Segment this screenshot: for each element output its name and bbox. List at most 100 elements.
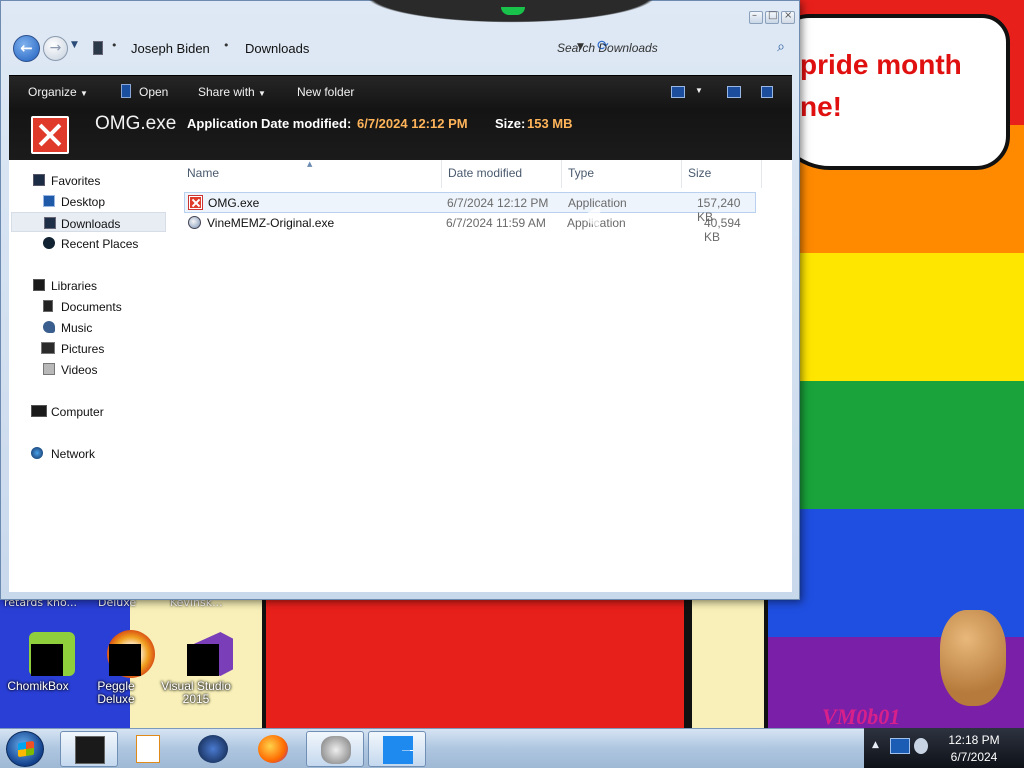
desktop-icon-visual-studio[interactable]: Visual Studio 2015 bbox=[158, 628, 234, 706]
column-divider[interactable] bbox=[681, 160, 682, 188]
nav-label: Recent Places bbox=[61, 237, 139, 251]
watermark-text: VM0b01 bbox=[822, 704, 901, 729]
volume-tray-icon[interactable] bbox=[914, 738, 928, 754]
view-options-dropdown[interactable]: ▼ bbox=[695, 86, 703, 95]
command-bar: Organize ▼ Open Share with ▼ New folder … bbox=[9, 76, 792, 108]
taskbar-skull-app-button[interactable] bbox=[306, 731, 364, 767]
nav-label: Music bbox=[61, 321, 93, 335]
taskbar-firefox-button[interactable] bbox=[244, 731, 302, 767]
details-date-label: Date modified: bbox=[261, 116, 352, 131]
favorites-icon bbox=[33, 174, 45, 186]
share-with-label: Share with bbox=[198, 85, 255, 99]
nav-label: Network bbox=[51, 447, 96, 461]
nav-computer[interactable]: Computer bbox=[19, 401, 179, 421]
forward-button[interactable]: → bbox=[43, 36, 68, 61]
clock-date[interactable]: 6/7/2024 bbox=[946, 750, 1002, 764]
browser-icon bbox=[198, 735, 228, 763]
firefox-icon bbox=[258, 735, 288, 763]
nav-libraries[interactable]: Libraries bbox=[19, 275, 179, 295]
search-placeholder: Search Downloads bbox=[557, 41, 658, 55]
start-button[interactable] bbox=[6, 731, 44, 767]
caption-buttons: – □ × bbox=[749, 10, 795, 24]
search-input[interactable]: Search Downloads ⌕ bbox=[549, 35, 789, 61]
taskbar-windows-app-button[interactable] bbox=[368, 731, 426, 767]
file-row-vinememz[interactable]: VineMEMZ-Original.exe 6/7/2024 11:59 AM … bbox=[184, 213, 756, 244]
recent-pages-dropdown[interactable]: ▼ bbox=[71, 40, 78, 50]
show-hidden-icons-icon[interactable]: ▲ bbox=[872, 740, 879, 750]
column-header-type[interactable]: Type bbox=[568, 166, 594, 180]
nav-videos[interactable]: Videos bbox=[19, 359, 179, 379]
windows-logo-icon bbox=[18, 740, 34, 758]
breadcrumb-downloads[interactable]: Downloads bbox=[245, 41, 309, 56]
videos-icon bbox=[43, 363, 55, 375]
nav-downloads[interactable]: Downloads bbox=[11, 212, 166, 232]
new-folder-button[interactable]: New folder bbox=[297, 85, 354, 99]
details-date-value: 6/7/2024 12:12 PM bbox=[357, 116, 468, 131]
nav-favorites[interactable]: Favorites bbox=[19, 170, 179, 190]
desktop-icon-label: ChomikBox bbox=[7, 679, 69, 693]
file-row-omg[interactable]: OMG.exe 6/7/2024 12:12 PM Application 15… bbox=[184, 192, 756, 224]
desktop-icon-chomikbox[interactable]: ChomikBox bbox=[0, 628, 76, 693]
error-x-icon bbox=[31, 116, 69, 154]
clock-time[interactable]: 12:18 PM bbox=[946, 733, 1002, 747]
minimize-button[interactable]: – bbox=[749, 10, 763, 24]
column-divider[interactable] bbox=[561, 160, 562, 188]
nav-label: Desktop bbox=[61, 195, 106, 209]
nav-label: Pictures bbox=[61, 342, 105, 356]
search-icon[interactable]: ⌕ bbox=[777, 39, 785, 55]
address-bar[interactable]: • Joseph Biden • Downloads ▼ ⟳ bbox=[89, 35, 609, 61]
breadcrumb-separator[interactable]: • bbox=[223, 39, 230, 52]
nav-network[interactable]: Network bbox=[19, 443, 179, 463]
change-view-icon[interactable] bbox=[671, 86, 685, 98]
taskbar-chrome-button[interactable] bbox=[184, 731, 242, 767]
taskbar-media-player-button[interactable] bbox=[120, 731, 178, 767]
navigation-row: ← → ▼ • Joseph Biden • Downloads ▼ ⟳ Sea… bbox=[13, 33, 793, 63]
help-icon[interactable] bbox=[761, 86, 773, 98]
breadcrumb-separator[interactable]: • bbox=[111, 39, 118, 52]
downloads-icon bbox=[44, 217, 56, 229]
nav-pictures[interactable]: Pictures bbox=[19, 338, 179, 358]
close-button[interactable]: × bbox=[781, 10, 795, 24]
open-icon bbox=[121, 84, 131, 98]
libraries-icon bbox=[33, 279, 45, 291]
share-with-button[interactable]: Share with ▼ bbox=[198, 85, 266, 99]
network-icon bbox=[31, 447, 43, 459]
error-x-icon bbox=[188, 195, 203, 210]
column-header-date-modified[interactable]: Date modified bbox=[448, 166, 522, 180]
desktop-red-area bbox=[262, 598, 688, 730]
back-button[interactable]: ← bbox=[13, 35, 40, 62]
nav-desktop[interactable]: Desktop bbox=[19, 191, 179, 211]
taskbar-explorer-button[interactable] bbox=[60, 731, 118, 767]
details-size-label: Size: bbox=[495, 116, 526, 131]
desktop-icon-label: Peggle Deluxe bbox=[97, 679, 135, 706]
vinememz-icon bbox=[188, 216, 201, 229]
folder-location-icon bbox=[93, 41, 103, 55]
sort-ascending-icon: ▲ bbox=[307, 160, 313, 168]
maximize-button[interactable]: □ bbox=[765, 10, 779, 24]
column-divider[interactable] bbox=[761, 160, 762, 188]
nav-recent-places[interactable]: Recent Places bbox=[19, 233, 179, 253]
file-name: OMG.exe bbox=[208, 196, 260, 210]
details-file-name: OMG.exe bbox=[95, 113, 177, 134]
visual-studio-icon bbox=[173, 628, 233, 676]
file-size: 40,594 KB bbox=[704, 216, 741, 244]
column-header-size[interactable]: Size bbox=[688, 166, 711, 180]
organize-label: Organize bbox=[28, 85, 77, 99]
chevron-down-icon: ▼ bbox=[258, 89, 266, 98]
preview-pane-icon[interactable] bbox=[727, 86, 741, 98]
nav-label: Downloads bbox=[61, 217, 121, 231]
breadcrumb-joseph-biden[interactable]: Joseph Biden bbox=[131, 41, 210, 56]
open-button[interactable]: Open bbox=[139, 85, 168, 99]
column-divider[interactable] bbox=[441, 160, 442, 188]
nav-documents[interactable]: Documents bbox=[19, 296, 179, 316]
network-tray-icon[interactable] bbox=[890, 738, 910, 754]
nav-music[interactable]: Music bbox=[19, 317, 179, 337]
organize-button[interactable]: Organize ▼ bbox=[28, 85, 88, 99]
file-date: 6/7/2024 11:59 AM bbox=[446, 216, 546, 230]
column-header-name[interactable]: Name bbox=[187, 166, 219, 180]
desktop-icon-peggle[interactable]: Peggle Deluxe bbox=[78, 628, 155, 706]
chomikbox-icon bbox=[15, 628, 75, 676]
details-size-value: 153 MB bbox=[527, 116, 573, 131]
skull-icon bbox=[321, 736, 351, 764]
explorer-window: – □ × ← → ▼ • Joseph Biden • Downloads ▼… bbox=[0, 0, 800, 600]
